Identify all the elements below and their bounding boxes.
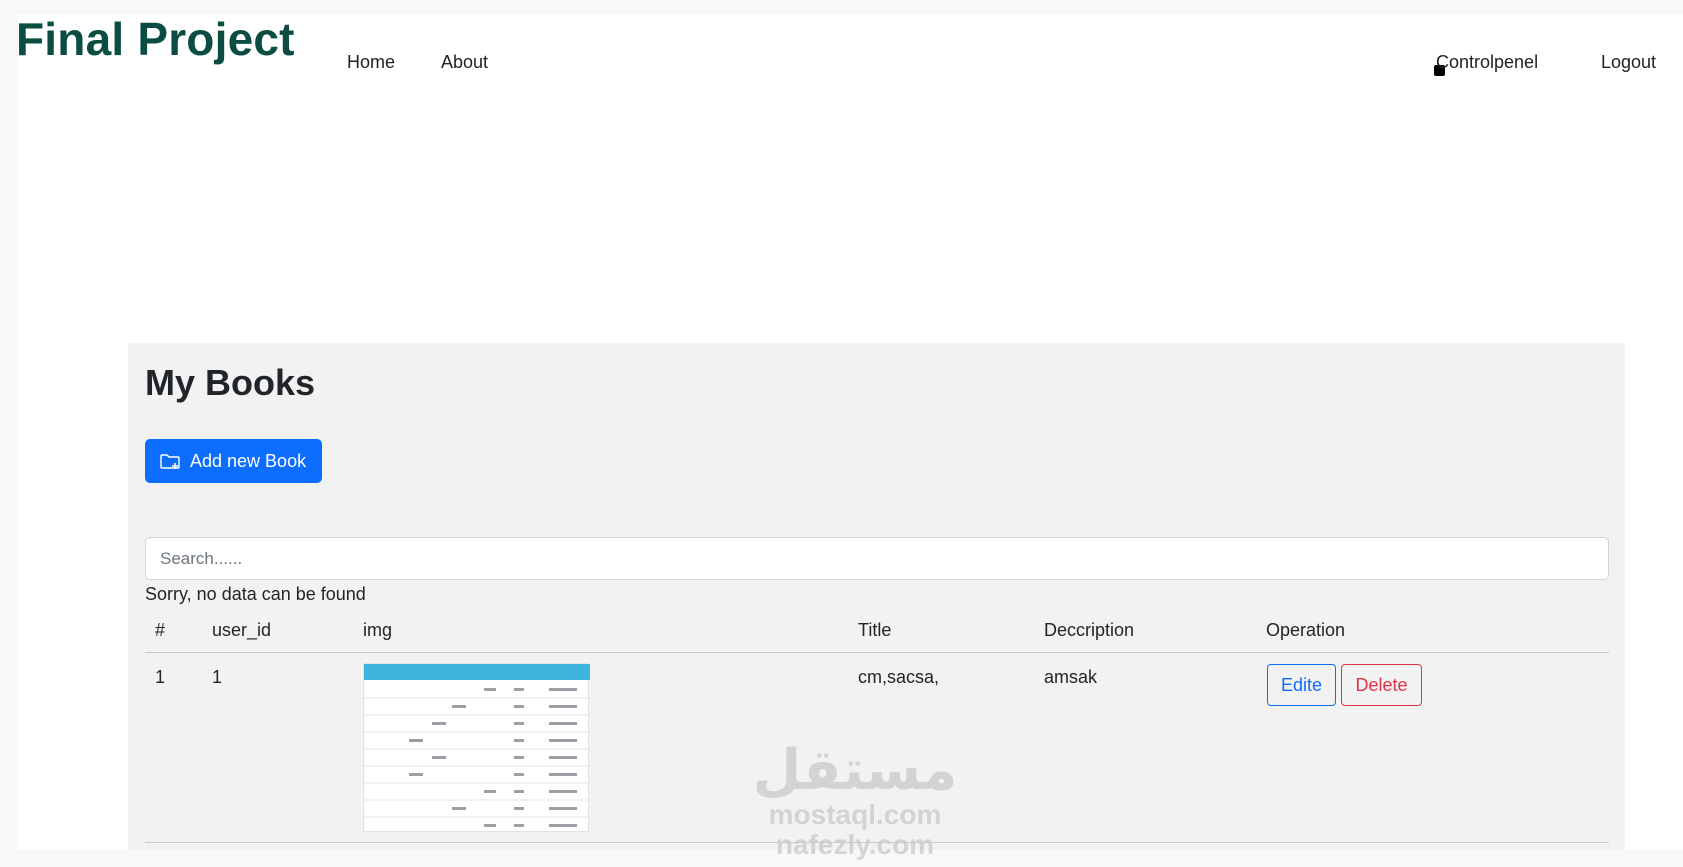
cell-num: 1 <box>155 667 166 687</box>
watermark-line-1: mostaql.com <box>768 799 942 830</box>
column-header-title: Title <box>858 620 892 640</box>
nav-controlpanel-link[interactable]: Controlpenel <box>1436 52 1538 73</box>
book-image-thumbnail <box>363 663 590 832</box>
column-header-operation: Operation <box>1266 620 1346 640</box>
edit-button[interactable]: Edite <box>1267 664 1336 706</box>
watermark-logo-text: مستقل <box>752 738 958 801</box>
column-header-num: # <box>155 620 166 640</box>
column-header-img: img <box>363 620 393 640</box>
watermark-line-2: nafezly.com <box>775 829 935 860</box>
cell-description: amsak <box>1044 667 1098 687</box>
cell-user-id: 1 <box>212 667 223 687</box>
delete-button[interactable]: Delete <box>1341 664 1422 706</box>
empty-message: Sorry, no data can be found <box>145 584 366 604</box>
add-book-button[interactable]: Add new Book <box>145 439 322 483</box>
table-header-divider <box>145 652 1609 653</box>
nav-home-link[interactable]: Home <box>347 52 395 73</box>
column-header-description: Deccription <box>1044 620 1135 640</box>
nav-logout-link[interactable]: Logout <box>1601 52 1656 73</box>
brand-title[interactable]: Final Project <box>16 12 295 66</box>
column-header-user-id: user_id <box>212 620 272 640</box>
nav-about-link[interactable]: About <box>441 52 488 73</box>
folder-plus-icon <box>160 454 180 469</box>
page-title: My Books <box>145 362 316 403</box>
search-input[interactable] <box>145 537 1609 580</box>
watermark: مستقل mostaql.com nafezly.com <box>740 740 970 860</box>
add-book-label: Add new Book <box>190 450 307 471</box>
table-screenshot-thumbnail <box>364 664 590 827</box>
cell-title: cm,sacsa, <box>858 667 940 687</box>
